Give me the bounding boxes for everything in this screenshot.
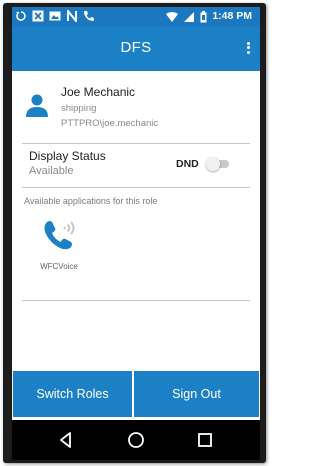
navigation-bar xyxy=(12,420,260,460)
status-bar: 1:48 PM xyxy=(12,7,260,27)
dnd-toggle[interactable] xyxy=(206,157,232,171)
user-name: Joe Mechanic xyxy=(61,85,136,99)
app-label: WFCVoice xyxy=(40,262,78,271)
status-bar-system: 1:48 PM xyxy=(166,10,252,23)
battery-icon xyxy=(200,10,207,22)
back-icon[interactable] xyxy=(55,429,77,451)
wifi-icon xyxy=(166,11,179,22)
signal-icon xyxy=(184,11,195,22)
divider xyxy=(22,300,250,301)
phone-wave-icon xyxy=(44,221,75,250)
dnd-label: DND xyxy=(176,158,199,170)
status-bar-notifications xyxy=(15,10,95,22)
user-role: shipping xyxy=(61,103,97,114)
screen: 1:48 PM DFS Joe Mechanic shipping PTTPRO… xyxy=(12,7,260,460)
display-status-value: Available xyxy=(29,165,74,177)
phone-icon xyxy=(84,11,94,21)
divider xyxy=(22,143,250,144)
app-bar: DFS xyxy=(12,27,260,71)
status-bar-time: 1:48 PM xyxy=(212,10,252,22)
applications-heading: Available applications for this role xyxy=(24,196,158,206)
x-notification-icon xyxy=(32,10,44,22)
sign-out-button[interactable]: Sign Out xyxy=(134,371,259,417)
app-title: DFS xyxy=(120,39,152,56)
display-status-label: Display Status xyxy=(29,149,106,163)
switch-roles-button[interactable]: Switch Roles xyxy=(13,371,132,417)
device-frame: 1:48 PM DFS Joe Mechanic shipping PTTPRO… xyxy=(3,3,266,463)
n-notification-icon xyxy=(67,10,77,22)
home-icon[interactable] xyxy=(125,429,147,451)
dnd-toggle-thumb xyxy=(206,157,220,171)
overflow-menu-icon[interactable] xyxy=(244,40,252,56)
app-tile-wfcvoice[interactable]: WFCVoice xyxy=(32,217,86,277)
user-profile: Joe Mechanic shipping PTTPRO\joe.mechani… xyxy=(12,71,260,143)
divider xyxy=(22,187,250,188)
sync-icon xyxy=(16,11,26,21)
recents-icon[interactable] xyxy=(194,429,216,451)
person-icon xyxy=(26,94,48,117)
user-id: PTTPRO\joe.mechanic xyxy=(61,118,159,129)
media-icon xyxy=(49,11,61,21)
